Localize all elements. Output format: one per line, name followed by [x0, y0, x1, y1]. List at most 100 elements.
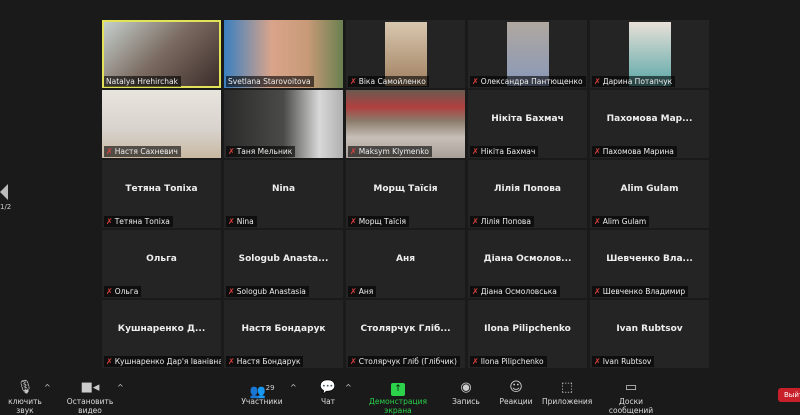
participant-name-display: Ilona Pilipchenko — [484, 324, 571, 334]
participant-name: Ivan Rubtsov — [602, 357, 652, 366]
reactions-button[interactable]: ☺ Реакции — [498, 379, 534, 406]
share-screen-button[interactable]: ↑ Демонстрация экрана — [356, 379, 440, 415]
chat-icon: 💬 — [319, 380, 337, 395]
participant-tile[interactable]: Ольга ✗ Ольга — [102, 230, 221, 298]
participant-tile[interactable]: Аня ✗ Аня — [346, 230, 465, 298]
participant-tile[interactable]: Морщ Таїсія ✗ Морщ Таїсія — [346, 160, 465, 228]
muted-microphone-icon: ✗ — [228, 147, 235, 156]
participant-tile[interactable]: Настя Бондарук ✗ Настя Бондарук — [224, 300, 343, 368]
participant-tile[interactable]: Alim Gulam ✗ Alim Gulam — [590, 160, 709, 228]
muted-microphone-icon: ✗ — [106, 217, 113, 226]
participant-name: Морщ Таїсія — [358, 217, 406, 226]
participant-tile[interactable]: Столярчук Гліб... ✗ Столярчук Гліб (Глібчи… — [346, 300, 465, 368]
record-button[interactable]: ◉ Запись — [448, 379, 484, 406]
participant-name-display: Alim Gulam — [620, 184, 679, 194]
participant-name-label: ✗ Столярчук Гліб (Глібчик) — [348, 356, 460, 367]
participant-name-display: Столярчук Гліб... — [360, 324, 451, 334]
participant-name-label: ✗ Кушнаренко Дар'я Іванівна — [104, 356, 221, 367]
chat-label: Чат — [320, 397, 336, 406]
participant-tile[interactable]: Sologub Anasta... ✗ Sologub Anastasia — [224, 230, 343, 298]
participant-name: Шевченко Владимир — [602, 287, 686, 296]
participant-tile[interactable]: Ivan Rubtsov ✗ Ivan Rubtsov — [590, 300, 709, 368]
muted-microphone-icon: ✗ — [228, 287, 235, 296]
participant-name: Діана Осмоловська — [480, 287, 557, 296]
participant-tile[interactable]: Лілія Попова ✗ Лілія Попова — [468, 160, 587, 228]
participant-name-label: ✗ Настя Бондарук — [226, 356, 304, 367]
participant-name-label: ✗ Морщ Таїсія — [348, 216, 409, 227]
muted-microphone-icon: ✗ — [472, 287, 479, 296]
muted-microphone-icon: ✗ — [472, 147, 479, 156]
participant-name-label: ✗ Аня — [348, 286, 377, 297]
smiley-icon: ☺ — [509, 380, 523, 395]
participant-tile[interactable]: ✗ Дарина Потапчук — [590, 20, 709, 88]
participant-name-label: ✗ Alim Gulam — [592, 216, 650, 227]
muted-microphone-icon: ✗ — [106, 287, 113, 296]
participant-tile[interactable]: Svetlana Starovoitova — [224, 20, 343, 88]
muted-microphone-icon: ✗ — [228, 217, 235, 226]
participant-tile[interactable]: Шевченко Вла... ✗ Шевченко Владимир — [590, 230, 709, 298]
participant-name-label: ✗ Нікіта Бахмач — [470, 146, 539, 157]
participant-name: Таня Мельник — [236, 147, 293, 156]
whiteboards-button[interactable]: ▭ Доски сообщений — [598, 379, 664, 415]
participant-name-label: ✗ Таня Мельник — [226, 146, 296, 157]
reactions-label: Реакции — [499, 397, 533, 406]
participants-options-caret[interactable]: ^ — [290, 383, 297, 392]
muted-microphone-icon: ✗ — [594, 217, 601, 226]
whiteboards-label: Доски сообщений — [608, 397, 654, 415]
participant-name-display: Настя Бондарук — [241, 324, 326, 334]
participant-tile[interactable]: ✗ Віка Самойленко — [346, 20, 465, 88]
participant-name-display: Ольга — [146, 254, 177, 264]
record-label: Запись — [452, 397, 480, 406]
chat-button[interactable]: 💬 Чат — [313, 379, 343, 406]
participant-name-label: ✗ Nina — [226, 216, 257, 227]
participant-tile[interactable]: Нікіта Бахмач ✗ Нікіта Бахмач — [468, 90, 587, 158]
participant-name-label: ✗ Лілія Попова — [470, 216, 534, 227]
participant-name: Sologub Anastasia — [236, 287, 306, 296]
participant-tile[interactable]: Nina ✗ Nina — [224, 160, 343, 228]
muted-microphone-icon: ✗ — [594, 287, 601, 296]
microphone-icon: 🎙 — [16, 380, 34, 395]
participant-tile[interactable]: Пахомова Мар... ✗ Пахомова Марина — [590, 90, 709, 158]
participant-name-label: Svetlana Starovoitova — [226, 76, 314, 87]
participant-tile[interactable]: ✗ Таня Мельник — [224, 90, 343, 158]
participant-name: Віка Самойленко — [358, 77, 426, 86]
participant-name: Олександра Пантющенко — [480, 77, 583, 86]
participant-tile[interactable]: ✗ Maksym Klymenko — [346, 90, 465, 158]
apps-label: Приложения — [542, 397, 593, 406]
participant-name-label: ✗ Віка Самойленко — [348, 76, 429, 87]
unmute-button[interactable]: 🎙 ключить звук — [0, 379, 50, 415]
chat-options-caret[interactable]: ^ — [345, 383, 352, 392]
participant-tile[interactable]: ✗ Олександра Пантющенко — [468, 20, 587, 88]
participant-name-display: Діана Осмолов... — [483, 254, 572, 264]
participants-label: Участники — [241, 397, 283, 406]
share-label: Демонстрация экрана — [369, 397, 427, 415]
participant-name-display: Пахомова Мар... — [606, 114, 693, 124]
muted-microphone-icon: ✗ — [594, 147, 601, 156]
participant-name-label: ✗ Олександра Пантющенко — [470, 76, 586, 87]
participant-name-display: Sologub Anasta... — [238, 254, 329, 264]
previous-page-button[interactable]: 1/2 — [0, 184, 11, 211]
participant-name-display: Морщ Таїсія — [373, 184, 438, 194]
apps-button[interactable]: ⬚ Приложения — [542, 379, 592, 406]
audio-options-caret[interactable]: ^ — [44, 383, 51, 392]
participant-tile[interactable]: Natalya Hrehirchak — [102, 20, 221, 88]
stop-video-button[interactable]: ■◂ Остановить видео — [56, 379, 124, 415]
leave-meeting-button[interactable]: Выйти — [778, 388, 800, 402]
participant-tile[interactable]: Діана Осмолов... ✗ Діана Осмоловська — [468, 230, 587, 298]
participants-button[interactable]: 👥29 Участники — [238, 379, 286, 406]
participant-name-label: Natalya Hrehirchak — [104, 76, 181, 87]
participant-name: Nina — [236, 217, 254, 226]
arrow-left-icon — [0, 184, 8, 200]
muted-microphone-icon: ✗ — [472, 77, 479, 86]
participant-tile[interactable]: Кушнаренко Д... ✗ Кушнаренко Дар'я Іванівн… — [102, 300, 221, 368]
muted-microphone-icon: ✗ — [228, 357, 235, 366]
participant-tile[interactable]: Ilona Pilipchenko ✗ Ilona Pilipchenko — [468, 300, 587, 368]
participant-tile[interactable]: Тетяна Топіха ✗ Тетяна Топіха — [102, 160, 221, 228]
participants-count: 29 — [265, 384, 275, 392]
participant-name-label: ✗ Sologub Anastasia — [226, 286, 309, 297]
participant-name-label: ✗ Діана Осмоловська — [470, 286, 560, 297]
participant-tile[interactable]: ✗ Настя Сахневич — [102, 90, 221, 158]
muted-microphone-icon: ✗ — [472, 357, 479, 366]
video-options-caret[interactable]: ^ — [117, 383, 124, 392]
muted-microphone-icon: ✗ — [594, 357, 601, 366]
